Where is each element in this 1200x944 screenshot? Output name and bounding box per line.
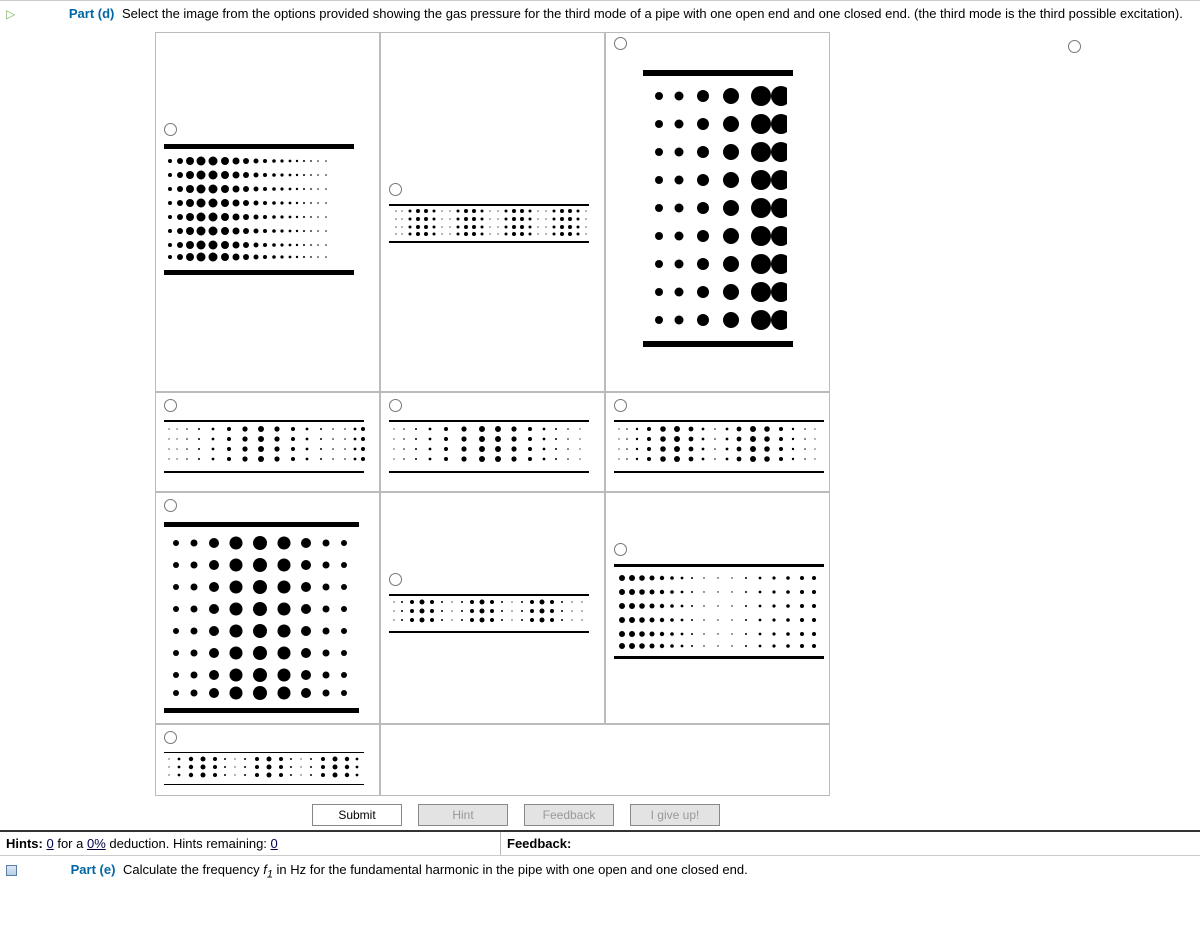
radio-option-1[interactable] <box>164 123 177 136</box>
option-5-figure <box>164 420 364 473</box>
pressure-pattern-icon <box>165 423 365 467</box>
hint-button[interactable]: Hint <box>418 804 508 826</box>
hints-used: 0 <box>46 836 53 851</box>
option-3[interactable] <box>605 32 830 392</box>
option-7-figure <box>614 420 824 473</box>
expand-arrow-icon[interactable]: ▷ <box>6 7 15 21</box>
radio-option-4[interactable] <box>1068 40 1081 53</box>
radio-option-11[interactable] <box>164 731 177 744</box>
radio-option-10[interactable] <box>614 543 627 556</box>
pressure-pattern-icon <box>616 570 822 650</box>
hints-label: Hints: <box>6 836 43 851</box>
option-7[interactable] <box>605 392 830 492</box>
option-3-figure <box>643 70 793 347</box>
option-10[interactable] <box>605 492 830 724</box>
deduction-pct: 0% <box>87 836 106 851</box>
option-11[interactable] <box>155 724 380 796</box>
pressure-pattern-icon <box>164 153 354 263</box>
option-2[interactable] <box>380 32 605 392</box>
spacer <box>830 724 1105 796</box>
spacer <box>830 492 1105 724</box>
for-a: for a <box>57 836 83 851</box>
option-1-figure <box>164 144 354 275</box>
pressure-pattern-icon <box>390 597 590 627</box>
collapse-square-icon[interactable] <box>6 865 17 876</box>
option-9-figure <box>389 594 589 633</box>
pressure-pattern-icon <box>390 207 590 237</box>
hints-info: Hints: 0 for a 0% deduction. Hints remai… <box>0 832 500 855</box>
hints-remaining: 0 <box>271 836 278 851</box>
submit-button[interactable]: Submit <box>312 804 402 826</box>
radio-option-3[interactable] <box>614 37 627 50</box>
feedback-label: Feedback: <box>507 836 571 851</box>
radio-option-6[interactable] <box>389 399 402 412</box>
giveup-button[interactable]: I give up! <box>630 804 720 826</box>
radio-option-8[interactable] <box>164 499 177 512</box>
action-bar: Submit Hint Feedback I give up! <box>312 804 1200 826</box>
options-grid <box>155 32 1145 796</box>
option-4[interactable] <box>830 32 1105 392</box>
option-11-figure <box>164 752 364 785</box>
pressure-pattern-icon <box>615 423 825 467</box>
feedback-button[interactable]: Feedback <box>524 804 614 826</box>
feedback-info: Feedback: <box>500 832 1200 855</box>
part-d-header: ▷ Part (d) Select the image from the opt… <box>0 0 1200 28</box>
option-1[interactable] <box>155 32 380 392</box>
part-e-prompt-pre: Calculate the frequency <box>123 862 263 877</box>
pressure-pattern-icon <box>649 82 787 332</box>
option-5[interactable] <box>155 392 380 492</box>
pressure-pattern-icon <box>165 754 365 780</box>
radio-option-2[interactable] <box>389 183 402 196</box>
part-d-prompt: Select the image from the options provid… <box>122 6 1183 21</box>
spacer <box>380 724 830 796</box>
footer-row: Hints: 0 for a 0% deduction. Hints remai… <box>0 830 1200 855</box>
option-9[interactable] <box>380 492 605 724</box>
part-d-label: Part (d) <box>69 6 115 21</box>
spacer <box>830 392 1105 492</box>
radio-option-7[interactable] <box>614 399 627 412</box>
part-e-label: Part (e) <box>71 862 116 877</box>
deduction-word: deduction. Hints remaining: <box>109 836 267 851</box>
radio-option-5[interactable] <box>164 399 177 412</box>
option-2-figure <box>389 204 589 243</box>
option-6-figure <box>389 420 589 473</box>
part-e-header: Part (e) Calculate the frequency f1 in H… <box>0 855 1200 887</box>
option-10-figure <box>614 564 824 659</box>
pressure-pattern-icon <box>390 423 590 467</box>
pressure-pattern-icon <box>166 531 357 701</box>
radio-option-9[interactable] <box>389 573 402 586</box>
part-e-prompt-post: in Hz for the fundamental harmonic in th… <box>273 862 748 877</box>
option-6[interactable] <box>380 392 605 492</box>
option-8[interactable] <box>155 492 380 724</box>
option-8-figure <box>164 522 359 713</box>
